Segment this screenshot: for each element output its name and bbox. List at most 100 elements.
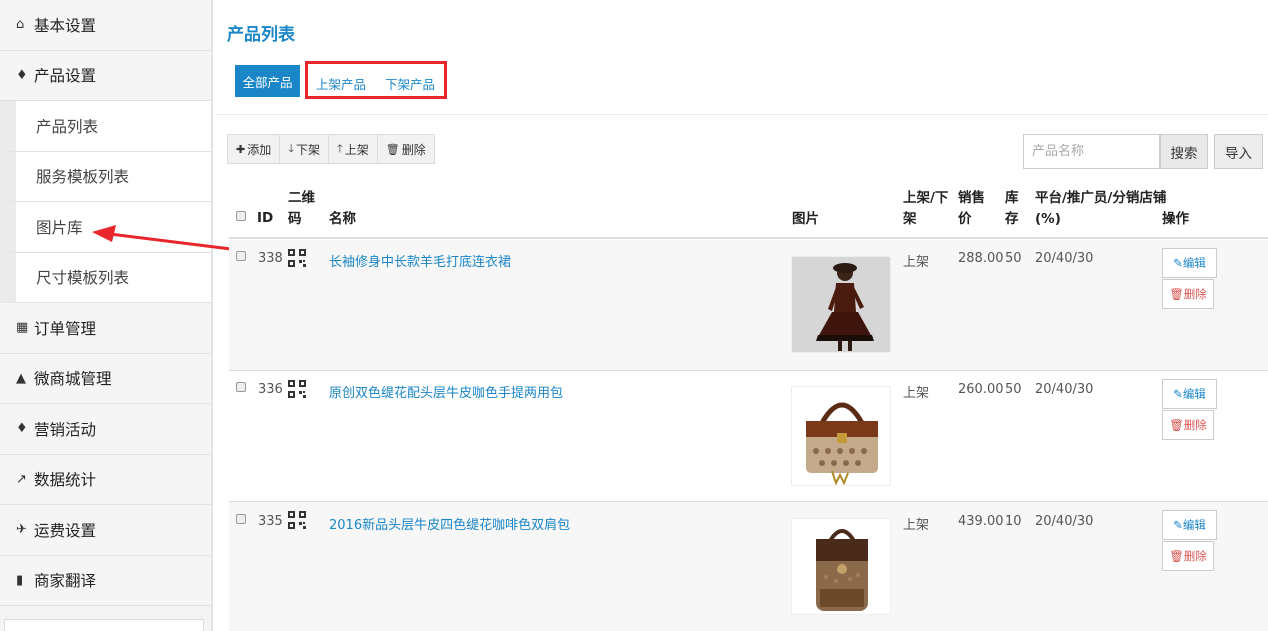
edit-button[interactable]: ✎ 编辑 (1162, 510, 1217, 540)
sidebar-subitem-label: 服务模板列表 (36, 168, 130, 187)
header-stock-line1: 库 (1005, 190, 1019, 206)
sidebar-item-statistics[interactable]: ↗ 数据统计 (0, 454, 211, 505)
edit-label: 编辑 (1182, 387, 1206, 401)
header-image: 图片 (792, 211, 819, 227)
import-button[interactable]: 导入 (1214, 134, 1263, 169)
product-thumbnail[interactable] (791, 386, 891, 486)
sidebar-item-translation[interactable]: ▮ 商家翻译 (0, 555, 211, 606)
row-id: 336 (258, 382, 283, 397)
sidebar-subitem-product-list[interactable]: 产品列表 (0, 101, 211, 152)
gift-icon: ♦ (16, 421, 28, 437)
put-up-button[interactable]: 🡑 上架 (329, 135, 378, 163)
sidebar-item-micro-mall[interactable]: ▲ 微商城管理 (0, 353, 211, 404)
delete-row-button[interactable]: 🗑 删除 (1162, 279, 1214, 309)
sidebar: ⌂ 基本设置 ♦ 产品设置 产品列表 服务模板列表 图片库 尺寸模板列表 ▦ 订… (0, 0, 213, 631)
product-thumbnail[interactable] (791, 256, 891, 353)
product-thumbnail[interactable] (791, 518, 891, 615)
delete-button[interactable]: 🗑 删除 (378, 135, 434, 163)
trash-icon: 🗑 (385, 142, 400, 156)
take-down-label: 下架 (295, 142, 320, 157)
row-checkbox[interactable] (236, 514, 246, 524)
header-qr-line1: 二维 (288, 190, 315, 206)
trash-icon: 🗑 (1169, 287, 1184, 301)
line-chart-icon: ↗ (16, 471, 27, 487)
sidebar-subitem-service-templates[interactable]: 服务模板列表 (0, 151, 211, 202)
row-status: 上架 (903, 386, 930, 401)
plus-icon: ✚ (236, 142, 246, 156)
sidebar-subitem-size-templates[interactable]: 尺寸模板列表 (0, 252, 211, 303)
row-checkbox[interactable] (236, 382, 246, 392)
edit-label: 编辑 (1182, 256, 1206, 270)
dress-image (792, 257, 890, 352)
search-button[interactable]: 搜索 (1160, 134, 1208, 169)
page: ⌂ 基本设置 ♦ 产品设置 产品列表 服务模板列表 图片 库 尺寸模板列表 ▦ 订… (0, 0, 1268, 631)
shopping-bag-icon: ▲ (16, 370, 26, 386)
tab-on-shelf-products[interactable]: 上架产品 (316, 74, 366, 93)
row-price: 260.00 (958, 382, 1004, 397)
sidebar-item-label: 运费设置 (34, 521, 97, 540)
row-price: 288.00 (958, 251, 1004, 266)
arrow-down-icon: 🡓 (288, 141, 294, 155)
tab-off-shelf-products[interactable]: 下架产品 (385, 74, 435, 93)
row-status: 上架 (903, 518, 930, 533)
product-name-link[interactable]: 长袖修身中长款羊毛打底连衣裙 (329, 251, 511, 270)
gift-icon: ♦ (16, 67, 28, 83)
sidebar-item-label: 营销活动 (34, 420, 97, 439)
product-name-link[interactable]: 原创双色缇花配头层牛皮咖色手提两用包 (329, 382, 563, 401)
select-all-checkbox[interactable] (236, 211, 246, 221)
qr-code-icon[interactable] (288, 380, 306, 398)
divider (215, 114, 1268, 115)
edit-button[interactable]: ✎ 编辑 (1162, 248, 1217, 278)
sidebar-item-label: 基本设置 (34, 16, 97, 35)
sidebar-item-basic-settings[interactable]: ⌂ 基本设置 (0, 0, 211, 51)
sidebar-bottom-box (4, 619, 204, 631)
delete-label: 删除 (1183, 418, 1207, 432)
product-name-link[interactable]: 2016新品头层牛皮四色缇花咖啡色双肩包 (329, 514, 570, 533)
row-stock: 50 (1005, 251, 1022, 266)
row-ratio: 20/40/30 (1035, 514, 1094, 529)
backpack-image (792, 519, 890, 614)
header-ratio-line1: 平台/推广员/分销店铺 (1035, 190, 1167, 206)
sidebar-item-orders[interactable]: ▦ 订单管理 (0, 303, 211, 354)
header-ratio-line2: (%) (1035, 211, 1061, 227)
delete-row-button[interactable]: 🗑 删除 (1162, 410, 1214, 440)
row-checkbox[interactable] (236, 251, 246, 261)
qr-code-icon[interactable] (288, 511, 306, 529)
sidebar-item-shipping[interactable]: ✈ 运费设置 (0, 505, 211, 556)
tab-all-products[interactable]: 全部产品 (235, 65, 300, 97)
trash-icon: 🗑 (1169, 418, 1184, 432)
row-id: 338 (258, 251, 283, 266)
delete-label: 删除 (1183, 549, 1207, 563)
delete-label: 删除 (1183, 287, 1207, 301)
edit-button[interactable]: ✎ 编辑 (1162, 379, 1217, 409)
sidebar-item-label: 微商城管理 (34, 370, 112, 389)
qr-code-icon[interactable] (288, 249, 306, 267)
row-stock: 50 (1005, 382, 1022, 397)
edit-icon: ✎ (1173, 256, 1183, 270)
header-shelf-line2: 架 (903, 211, 917, 227)
handbag-image (792, 387, 890, 485)
sidebar-subitem-label: 产品列表 (36, 117, 99, 136)
add-label: 添加 (247, 142, 272, 157)
header-shelf-line1: 上架/下 (903, 190, 949, 206)
arrow-up-icon: 🡑 (336, 141, 343, 155)
header-name: 名称 (329, 211, 356, 227)
take-down-button[interactable]: 🡓 下架 (280, 135, 329, 163)
header-price-line2: 价 (958, 211, 972, 227)
row-ratio: 20/40/30 (1035, 251, 1094, 266)
delete-row-button[interactable]: 🗑 删除 (1162, 541, 1214, 571)
search-input[interactable] (1023, 134, 1160, 169)
sidebar-item-marketing[interactable]: ♦ 营销活动 (0, 404, 211, 455)
add-button[interactable]: ✚ 添加 (228, 135, 281, 163)
row-status: 上架 (903, 255, 930, 270)
sidebar-subitem-label: 尺寸模板列表 (36, 269, 130, 288)
edit-icon: ✎ (1173, 387, 1183, 401)
header-stock-line2: 存 (1005, 211, 1019, 227)
calendar-icon: ▦ (16, 320, 29, 336)
delete-label: 删除 (401, 142, 426, 157)
put-up-label: 上架 (344, 142, 369, 157)
sidebar-item-product-settings[interactable]: ♦ 产品设置 (0, 50, 211, 101)
page-title: 产品列表 (227, 25, 295, 45)
row-stock: 10 (1005, 514, 1022, 529)
book-icon: ▮ (16, 572, 24, 588)
